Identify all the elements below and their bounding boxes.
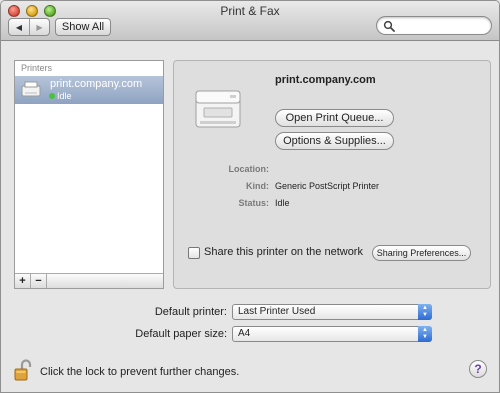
search-icon (383, 20, 395, 32)
printer-name: print.company.com (275, 74, 376, 86)
list-buttons: + − (15, 273, 163, 288)
default-paper-size-value: A4 (238, 328, 251, 339)
default-printer-value: Last Printer Used (238, 306, 316, 317)
add-printer-button[interactable]: + (15, 274, 31, 288)
default-paper-size-label: Default paper size: (135, 328, 227, 340)
printer-list-item-name: print.company.com (50, 78, 143, 90)
status-label: Status: (238, 198, 269, 208)
open-print-queue-button[interactable]: Open Print Queue... (275, 109, 394, 127)
printer-detail-pane: print.company.com Open Print Queue... Op… (173, 60, 491, 289)
share-printer-label[interactable]: Share this printer on the network (204, 246, 363, 258)
help-button[interactable]: ? (469, 360, 487, 378)
popup-arrows-icon: ▲ ▼ (418, 326, 432, 342)
preferences-window: Print & Fax ◀ ▶ Show All Printers print.… (0, 0, 500, 393)
lock-message: Click the lock to prevent further change… (40, 366, 240, 378)
status-value: Idle (275, 198, 290, 208)
toolbar: Print & Fax ◀ ▶ Show All (1, 1, 499, 41)
kind-value: Generic PostScript Printer (275, 181, 380, 191)
printer-list: Printers print.company.com Idle + − (14, 60, 164, 289)
default-printer-select[interactable]: Last Printer Used ▲ ▼ (232, 304, 432, 320)
forward-button[interactable]: ▶ (29, 19, 49, 35)
search-field[interactable] (376, 16, 492, 35)
kind-label: Kind: (246, 181, 269, 191)
sharing-preferences-button[interactable]: Sharing Preferences... (372, 245, 471, 261)
location-label: Location: (228, 164, 270, 174)
lock-icon[interactable] (14, 359, 32, 381)
status-dot-icon (49, 93, 55, 99)
close-button[interactable] (8, 5, 20, 17)
nav-buttons: ◀ ▶ (8, 18, 50, 36)
remove-printer-button[interactable]: − (31, 274, 47, 288)
show-all-button[interactable]: Show All (55, 18, 111, 36)
back-arrow-icon: ◀ (15, 22, 23, 32)
printer-icon (21, 81, 41, 97)
printer-list-item-status: Idle (57, 91, 72, 101)
default-printer-label: Default printer: (154, 306, 227, 318)
zoom-button[interactable] (44, 5, 56, 17)
options-supplies-button[interactable]: Options & Supplies... (275, 132, 394, 150)
printer-list-item[interactable]: print.company.com Idle (15, 76, 163, 104)
forward-arrow-icon: ▶ (36, 22, 43, 32)
minimize-button[interactable] (26, 5, 38, 17)
back-button[interactable]: ◀ (9, 19, 29, 35)
default-paper-size-select[interactable]: A4 ▲ ▼ (232, 326, 432, 342)
printer-list-header: Printers (21, 63, 53, 73)
printer-image (195, 90, 241, 128)
popup-arrows-icon: ▲ ▼ (418, 304, 432, 320)
share-printer-checkbox[interactable] (188, 247, 200, 259)
